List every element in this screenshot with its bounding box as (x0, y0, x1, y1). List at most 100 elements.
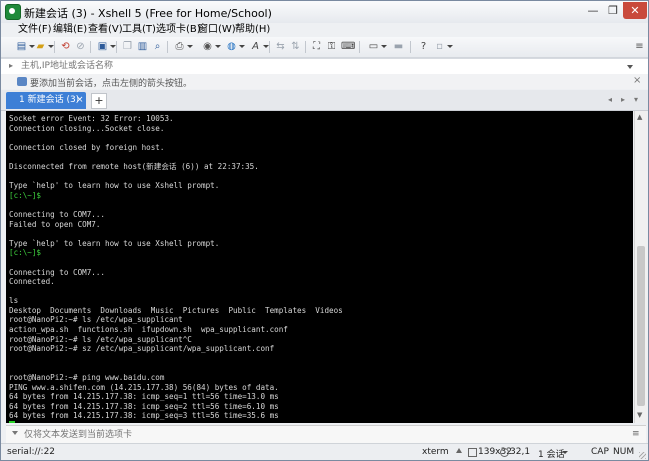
host-address-input[interactable] (21, 60, 611, 72)
tab-bar: 1 新建会话 (3) × + ◂ ▸ ▾ (1, 90, 648, 111)
upload-icon (456, 448, 462, 453)
xshell-window: 新建会话 (3) - Xshell 5 (Free for Home/Schoo… (0, 0, 649, 461)
terminal-line: Disconnected from remote host(新建会话 (6)) … (9, 161, 259, 171)
terminal-line: ls (9, 296, 19, 306)
hint-text: 要添加当前会话，点击左侧的箭头按钮。 (30, 79, 193, 89)
status-caps: CAP (591, 447, 609, 457)
menu-help[interactable]: 帮助(H) (235, 23, 270, 37)
terminal-line: root@NanoPi2:~# ping www.baidu.com (9, 373, 165, 383)
terminal-line: root@NanoPi2:~# ls /etc/wpa_supplicant (9, 315, 183, 325)
font-icon[interactable]: A (249, 40, 269, 53)
compose-dropdown-icon[interactable] (12, 431, 18, 435)
tab-next-icon[interactable]: ▸ (621, 95, 625, 104)
compose-icon[interactable]: ▬ (392, 40, 405, 53)
terminal-line: 64 bytes from 14.215.177.38: icmp_seq=3 … (9, 411, 279, 421)
more-icon[interactable]: ▫ (433, 40, 453, 53)
terminal-line: Type `help' to learn how to use Xshell p… (9, 181, 220, 191)
script-icon[interactable]: ▭ (367, 40, 387, 53)
status-cursor-position: 32,1 (510, 447, 531, 457)
terminal-line: Connection closed by foreign host. (9, 142, 165, 152)
tab-close-icon[interactable]: × (76, 92, 84, 109)
resize-grip[interactable] (639, 452, 646, 459)
hint-bar: 要添加当前会话，点击左侧的箭头按钮。 × (1, 74, 648, 89)
paste-icon[interactable]: ▥ (136, 40, 149, 53)
new-session-icon[interactable]: ▤ (15, 40, 35, 53)
fullscreen-icon[interactable]: ⛶ (310, 40, 323, 53)
address-dropdown-icon[interactable] (627, 65, 633, 69)
menu-view[interactable]: 查看(V) (88, 23, 123, 37)
terminal-cursor (9, 421, 15, 423)
sessions-dropdown-icon[interactable] (562, 451, 568, 454)
terminal-line: Connected. (9, 277, 55, 287)
window-title: 新建会话 (3) - Xshell 5 (Free for Home/Schoo… (24, 7, 272, 20)
tab-label: 1 新建会话 (3) (19, 95, 80, 105)
menu-tabs[interactable]: 选项卡(B) (156, 23, 201, 37)
tab-list-icon[interactable]: ▾ (634, 95, 638, 104)
info-icon (17, 77, 27, 86)
tab-prev-icon[interactable]: ◂ (608, 95, 612, 104)
toolbar-menu-icon[interactable]: ≡ (633, 40, 646, 53)
minimize-button[interactable]: — (583, 2, 603, 19)
scroll-up-icon[interactable]: ▲ (637, 113, 642, 121)
menu-file[interactable]: 文件(F) (18, 23, 52, 37)
terminal-scrollbar[interactable]: ▲ ▼ (634, 111, 647, 423)
compose-menu-icon[interactable]: ≡ (632, 429, 640, 439)
hint-close-button[interactable]: × (633, 75, 641, 86)
tab-session-3[interactable]: 1 新建会话 (3) × (6, 92, 86, 109)
title-bar: 新建会话 (3) - Xshell 5 (Free for Home/Schoo… (1, 1, 648, 23)
size-icon (468, 448, 477, 457)
menu-tools[interactable]: 工具(T) (122, 23, 156, 37)
help-icon[interactable]: ? (417, 40, 430, 53)
terminal-line: root@NanoPi2:~# sz /etc/wpa_supplicant/w… (9, 344, 275, 354)
scroll-down-icon[interactable]: ▼ (637, 411, 642, 419)
address-arrow-icon[interactable]: ▸ (9, 62, 17, 70)
terminal-line: Connecting to COM7... (9, 209, 106, 219)
transfer-icon[interactable]: ⇆ (274, 40, 287, 53)
properties-icon[interactable]: ▣ (96, 40, 116, 53)
status-connection: serial://:22 (7, 447, 56, 457)
terminal-line: Connecting to COM7... (9, 267, 106, 277)
menu-edit[interactable]: 编辑(E) (53, 23, 87, 37)
color-scheme-icon[interactable]: ◉ (201, 40, 221, 53)
compose-input[interactable] (24, 429, 584, 440)
add-tab-button[interactable]: + (91, 93, 107, 109)
status-num: NUM (613, 447, 635, 457)
terminal-line: Failed to open COM7. (9, 219, 101, 229)
status-sessions[interactable]: 1 会话 (538, 447, 565, 460)
globe-icon[interactable]: ◍ (225, 40, 245, 53)
disconnect-icon[interactable]: ⊘ (74, 40, 87, 53)
cursor-position-icon (500, 448, 509, 457)
open-folder-icon[interactable]: ▰ (34, 40, 54, 53)
terminal-line: 64 bytes from 14.215.177.38: icmp_seq=2 … (9, 401, 279, 411)
find-icon[interactable]: ⌕ (151, 40, 164, 53)
copy-icon[interactable]: ❐ (121, 40, 134, 53)
toolbar: ▤ ▰ ⟲ ⊘ ▣ ❐ ▥ ⌕ ⎙ ◉ ◍ A ⇆ ⇅ ⛶ ⚿ ⌨ ▭ ▬ ? … (1, 37, 648, 58)
compose-bar: ≡ (6, 425, 646, 443)
close-button[interactable]: ✕ (623, 2, 647, 19)
terminal-area[interactable]: Socket error Event: 32 Error: 10053. Conn… (6, 111, 633, 423)
reconnect-icon[interactable]: ⟲ (59, 40, 72, 53)
terminal-line: root@NanoPi2:~# ls /etc/wpa_supplicant^C (9, 334, 192, 344)
lock-icon[interactable]: ⚿ (325, 40, 338, 53)
status-bar: serial://:22 xterm 139x32 32,1 1 会话 CAP … (1, 443, 648, 460)
menu-window[interactable]: 窗口(W) (198, 23, 236, 37)
xftp-icon[interactable]: ⇅ (289, 40, 302, 53)
status-terminal-type: xterm (422, 447, 449, 457)
keyboard-icon[interactable]: ⌨ (341, 40, 355, 53)
terminal-output: Socket error Event: 32 Error: 10053. Conn… (9, 114, 343, 423)
print-icon[interactable]: ⎙ (173, 40, 193, 53)
terminal-line: PING www.a.shifen.com (14.215.177.38) 56… (9, 382, 279, 392)
menu-bar: 文件(F) 编辑(E) 查看(V) 工具(T) 选项卡(B) 窗口(W) 帮助(… (1, 23, 648, 37)
terminal-line: Connection closing...Socket close. (9, 123, 165, 133)
maximize-button[interactable]: ❐ (603, 2, 623, 19)
scroll-thumb[interactable] (637, 246, 645, 406)
